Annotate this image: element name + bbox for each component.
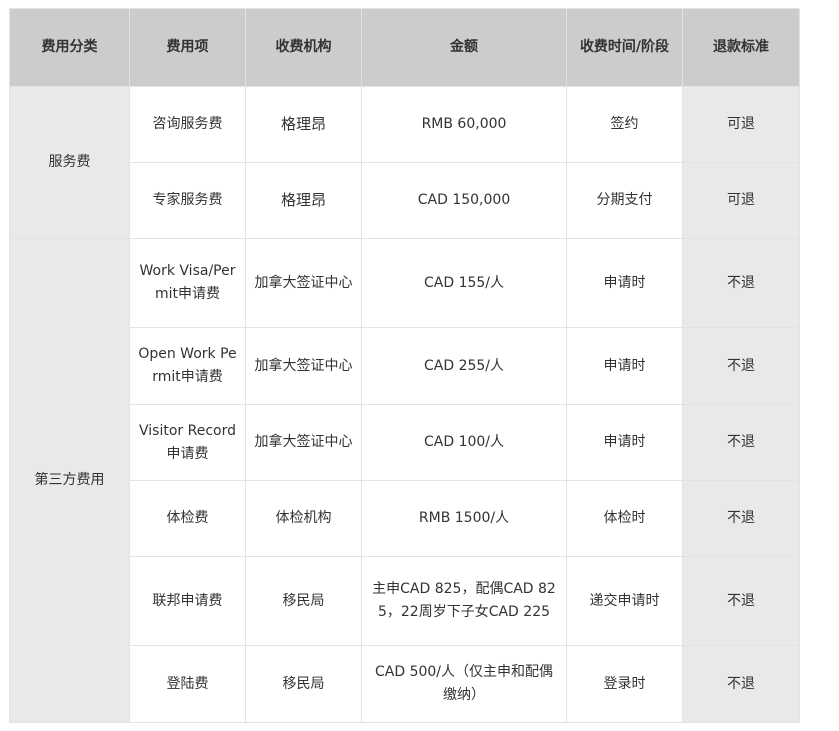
- agency-cell: 加拿大签证中心: [245, 404, 362, 481]
- amount-cell: CAD 150,000: [361, 162, 567, 239]
- agency-cell: 移民局: [245, 645, 362, 723]
- header-timing: 收费时间/阶段: [566, 8, 683, 87]
- refund-cell: 可退: [682, 162, 800, 239]
- amount-cell: CAD 500/人（仅主申和配偶缴纳）: [361, 645, 567, 723]
- timing-cell: 签约: [566, 86, 683, 163]
- refund-cell: 不退: [682, 556, 800, 646]
- item-cell: Open Work Permit申请费: [129, 327, 246, 405]
- amount-cell: CAD 100/人: [361, 404, 567, 481]
- header-item: 费用项: [129, 8, 246, 87]
- timing-cell: 申请时: [566, 404, 683, 481]
- header-row: 费用分类 费用项 收费机构 金额 收费时间/阶段 退款标准: [9, 8, 800, 87]
- item-cell: Work Visa/Permit申请费: [129, 238, 246, 328]
- timing-cell: 体检时: [566, 480, 683, 557]
- agency-cell: 加拿大签证中心: [245, 238, 362, 328]
- refund-cell: 可退: [682, 86, 800, 163]
- item-cell: 咨询服务费: [129, 86, 246, 163]
- item-cell: Visitor Record 申请费: [129, 404, 246, 481]
- agency-cell: 格理昂: [245, 162, 362, 239]
- timing-cell: 登录时: [566, 645, 683, 723]
- table-row: 服务费 咨询服务费 格理昂 RMB 60,000 签约 可退: [9, 86, 800, 239]
- category-cell-service: 服务费: [9, 86, 130, 239]
- item-cell: 专家服务费: [129, 162, 246, 239]
- timing-cell: 申请时: [566, 327, 683, 405]
- refund-cell: 不退: [682, 327, 800, 405]
- fee-table: 费用分类 费用项 收费机构 金额 收费时间/阶段 退款标准 服务费 咨询服务费 …: [9, 8, 800, 723]
- agency-cell: 加拿大签证中心: [245, 327, 362, 405]
- table-row: 第三方费用 Work Visa/Permit申请费 加拿大签证中心 CAD 15…: [9, 238, 800, 723]
- header-agency: 收费机构: [245, 8, 362, 87]
- amount-cell: RMB 1500/人: [361, 480, 567, 557]
- header-refund: 退款标准: [682, 8, 800, 87]
- header-amount: 金额: [361, 8, 567, 87]
- refund-cell: 不退: [682, 645, 800, 723]
- timing-cell: 递交申请时: [566, 556, 683, 646]
- item-cell: 体检费: [129, 480, 246, 557]
- timing-cell: 分期支付: [566, 162, 683, 239]
- amount-cell: RMB 60,000: [361, 86, 567, 163]
- agency-cell: 移民局: [245, 556, 362, 646]
- header-category: 费用分类: [9, 8, 130, 87]
- refund-cell: 不退: [682, 480, 800, 557]
- agency-cell: 格理昂: [245, 86, 362, 163]
- amount-cell: CAD 255/人: [361, 327, 567, 405]
- item-cell: 联邦申请费: [129, 556, 246, 646]
- refund-cell: 不退: [682, 238, 800, 328]
- item-cell: 登陆费: [129, 645, 246, 723]
- refund-cell: 不退: [682, 404, 800, 481]
- timing-cell: 申请时: [566, 238, 683, 328]
- amount-cell: 主申CAD 825，配偶CAD 825，22周岁下子女CAD 225: [361, 556, 567, 646]
- agency-cell: 体检机构: [245, 480, 362, 557]
- amount-cell: CAD 155/人: [361, 238, 567, 328]
- category-cell-third-party: 第三方费用: [9, 238, 130, 723]
